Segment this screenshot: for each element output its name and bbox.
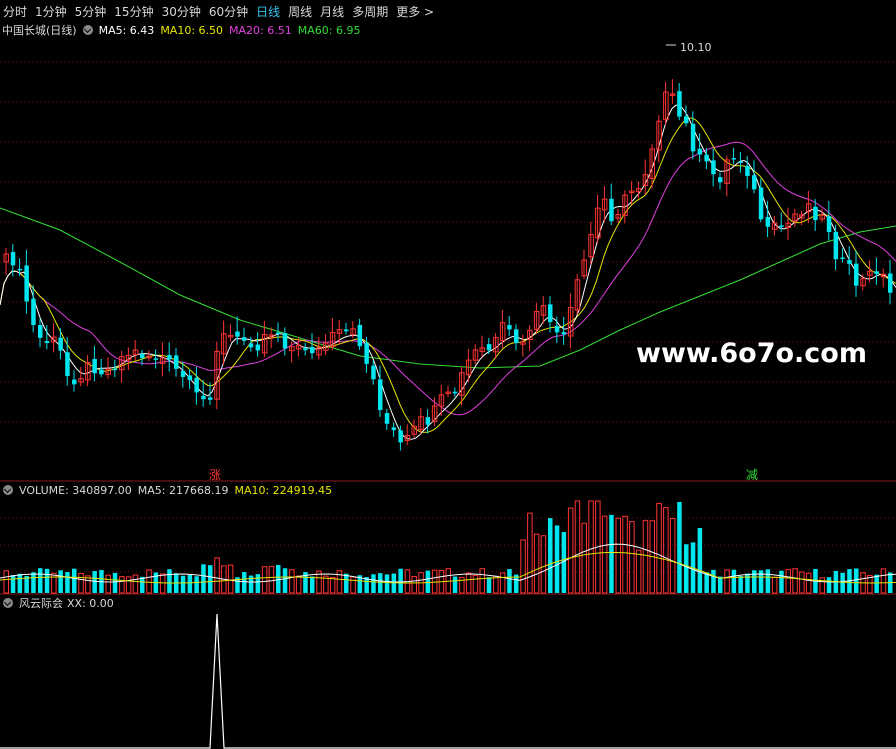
marker-down: 减 [746,468,758,482]
marker-up: 涨 [209,467,221,482]
watermark-text: www.6o7o.com [636,338,867,369]
peak-price-label: 10.10 [680,41,712,54]
stock-chart-canvas[interactable]: 10.10 www.6o7o.com 涨 减 [0,0,896,749]
